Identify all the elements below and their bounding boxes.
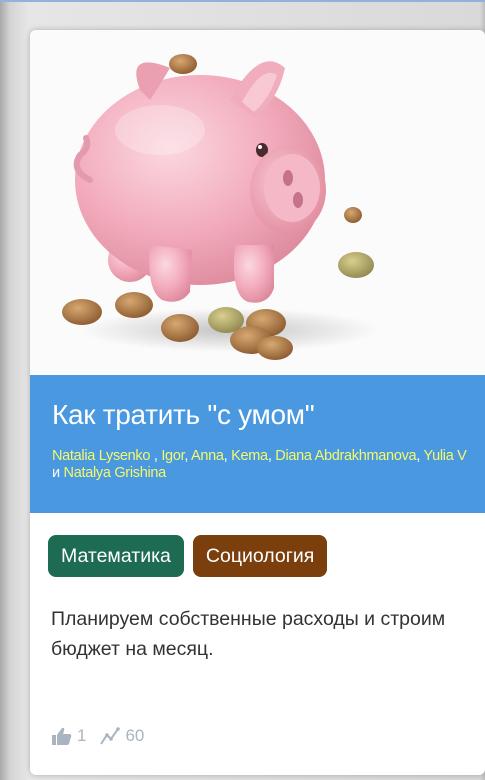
author-link[interactable]: Yulia V xyxy=(424,448,467,464)
author-separator: , xyxy=(184,448,191,464)
author-conjunction: и xyxy=(52,465,64,481)
author-separator: , xyxy=(150,448,162,464)
author-link[interactable]: Kema xyxy=(231,448,268,464)
top-border xyxy=(0,0,485,2)
likes-count: 1 xyxy=(77,726,87,745)
views-count: 60 xyxy=(125,726,145,745)
stats-row: 1 60 xyxy=(52,726,158,746)
author-link[interactable]: Natalia Lysenko xyxy=(52,448,150,464)
views-stat: 60 xyxy=(100,726,144,746)
author-separator: , xyxy=(416,448,424,464)
tag-list: Математика Социология xyxy=(48,535,328,577)
thumbs-up-icon xyxy=(52,727,72,745)
trend-chart-icon xyxy=(100,727,121,745)
author-link[interactable]: Igor xyxy=(161,448,184,464)
author-link[interactable]: Anna xyxy=(191,448,224,464)
project-description: Планируем собственные расходы и строим б… xyxy=(51,608,446,660)
piggy-bank-illustration xyxy=(62,54,380,360)
tag-mathematics[interactable]: Математика xyxy=(48,535,184,577)
tag-sociology[interactable]: Социология xyxy=(192,535,328,577)
author-list: Natalia Lysenko , Igor, Anna, Kema, Dian… xyxy=(52,448,472,482)
author-link[interactable]: Natalya Grishina xyxy=(64,465,167,481)
project-card[interactable]: Как тратить "с умом" Natalia Lysenko , I… xyxy=(30,30,485,775)
title-bar: Как тратить "с умом" Natalia Lysenko , I… xyxy=(30,375,485,513)
project-title[interactable]: Как тратить "с умом" xyxy=(52,399,315,431)
cover-image[interactable] xyxy=(30,30,485,375)
likes-stat[interactable]: 1 xyxy=(52,726,86,746)
author-link[interactable]: Diana Abdrakhmanova xyxy=(275,448,416,464)
